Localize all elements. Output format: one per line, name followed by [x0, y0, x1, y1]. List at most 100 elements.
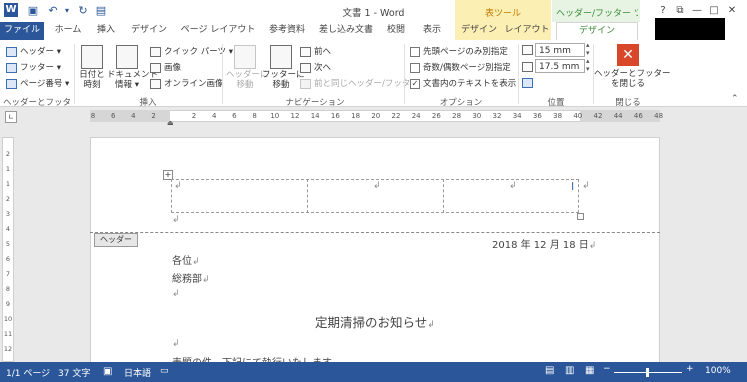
help-button[interactable]: ?	[654, 3, 672, 19]
header-position-input[interactable]: 15 mm	[535, 43, 585, 57]
tab-review[interactable]: 校閲	[380, 22, 412, 40]
close-icon[interactable]: ✕	[617, 44, 639, 66]
picture-button[interactable]: 画像	[150, 61, 181, 73]
customize-qat-icon[interactable]: ▤	[94, 4, 108, 18]
word-count[interactable]: 37 文字	[58, 366, 90, 379]
footer-position-icon	[522, 62, 536, 73]
goto-header-button[interactable]: ヘッダーに 移動	[226, 70, 269, 90]
ruler-tick-label: 8	[252, 112, 257, 120]
odd-even-checkbox[interactable]: 奇数/偶数ページ別指定	[410, 61, 511, 73]
goto-footer-icon[interactable]	[270, 45, 292, 69]
document-info-icon[interactable]	[116, 45, 138, 69]
proofing-icon[interactable]: ▣	[103, 366, 112, 377]
header-button[interactable]: ヘッダー ▾	[6, 45, 61, 57]
vertical-ruler-tick-label: 10	[3, 315, 13, 323]
close-window-button[interactable]: ✕	[723, 3, 741, 19]
footer-button[interactable]: フッター ▾	[6, 61, 61, 73]
checkbox-icon	[410, 46, 420, 57]
page-number-button[interactable]: ページ番号 ▾	[6, 77, 69, 89]
header-position-spinner[interactable]: ▴ ▾	[586, 41, 590, 57]
tab-selector-icon[interactable]: ∟	[5, 111, 17, 123]
ruler-tick-label: 18	[351, 112, 361, 120]
collapse-ribbon-icon[interactable]: ⌃	[731, 94, 739, 104]
ruler-tick-label: 4	[131, 112, 136, 120]
cell-end-mark: ↲	[174, 181, 182, 191]
date-line: 2018 年 12 月 18 日↲	[492, 240, 597, 251]
zoom-level[interactable]: 100%	[705, 366, 731, 376]
header-footer-tools-label: ヘッダー/フッター ツ...	[556, 9, 638, 19]
ruler-tick-label: 4	[211, 112, 217, 120]
datetime-button[interactable]: 日付と 時刻	[78, 70, 106, 90]
tab-mailings[interactable]: 差し込み文書	[314, 22, 378, 40]
ruler-tick-label: 30	[472, 112, 482, 120]
tab-table-design[interactable]: デザイン	[455, 22, 503, 40]
print-layout-icon[interactable]: ▥	[565, 365, 574, 376]
web-layout-icon[interactable]: ▦	[585, 365, 594, 376]
cell-end-mark: ↲	[509, 181, 517, 191]
first-page-checkbox[interactable]: 先頭ページのみ別指定	[410, 45, 508, 57]
ruler-tick-label: 38	[553, 112, 563, 120]
goto-footer-button[interactable]: フッターに 移動	[262, 70, 305, 90]
vertical-ruler-tick-label: 1	[5, 165, 11, 173]
indent-marker-icon[interactable]: ⏏	[167, 119, 174, 127]
next-button[interactable]: 次へ	[300, 61, 331, 73]
footer-position-input[interactable]: 17.5 mm	[535, 59, 585, 73]
next-icon	[300, 62, 311, 73]
ruler-tick-label: 32	[492, 112, 502, 120]
ruler-tick-label: 28	[452, 112, 462, 120]
recipient-line: 各位↲	[172, 256, 200, 267]
tab-home[interactable]: ホーム	[48, 22, 88, 40]
ruler-tick-label: 6	[232, 112, 237, 120]
maximize-button[interactable]: □	[705, 3, 723, 19]
account-area	[655, 18, 725, 40]
ribbon-display-button[interactable]: ⧉	[671, 3, 689, 19]
online-picture-button[interactable]: オンライン画像	[150, 77, 224, 89]
ruler-tick-label: 8	[90, 112, 96, 120]
redo-icon[interactable]: ↻	[76, 4, 90, 18]
ruler-tick-label: 40	[573, 112, 583, 120]
document-heading: 定期清掃のお知らせ↲	[315, 315, 435, 330]
header-position-icon	[522, 45, 536, 56]
tab-page-layout[interactable]: ページ レイアウト	[176, 22, 260, 40]
ruler-tick-label: 2	[191, 112, 197, 120]
vertical-ruler-tick-label: 2	[5, 150, 11, 158]
table-tools-label: 表ツール	[484, 9, 521, 19]
previous-button[interactable]: 前へ	[300, 45, 331, 57]
tab-design[interactable]: デザイン	[126, 22, 172, 40]
document-info-button[interactable]: ドキュメント 情報 ▾	[107, 70, 158, 90]
zoom-slider-thumb[interactable]	[646, 368, 649, 377]
minimize-button[interactable]: —	[688, 3, 706, 19]
tab-file[interactable]: ファイル	[0, 22, 44, 40]
vertical-ruler-tick-label: 7	[5, 270, 11, 278]
page-count[interactable]: 1/1 ページ	[6, 366, 50, 379]
zoom-in-button[interactable]: +	[686, 364, 694, 374]
tab-insert[interactable]: 挿入	[90, 22, 122, 40]
language-status[interactable]: 日本語	[124, 366, 151, 379]
tab-table-layout[interactable]: レイアウト	[503, 22, 551, 40]
tab-view[interactable]: 表示	[414, 22, 450, 40]
paragraph-mark: ↲	[172, 215, 180, 225]
undo-icon[interactable]: ↶	[46, 4, 60, 18]
close-header-footer-button[interactable]: ヘッダーとフッター を閉じる	[594, 69, 671, 89]
tab-header-footer-design[interactable]: デザイン	[556, 22, 638, 42]
insert-alignment-tab-icon[interactable]	[522, 78, 536, 89]
calendar-icon[interactable]	[81, 45, 103, 69]
footer-position-spinner[interactable]: ▴ ▾	[586, 57, 590, 73]
tab-references[interactable]: 参考資料	[262, 22, 312, 40]
ruler-tick-label: 12	[290, 112, 300, 120]
link-to-previous-button[interactable]: 前と同じヘッダー/フッター	[300, 77, 419, 89]
header-boundary-line	[90, 232, 660, 233]
header-icon	[6, 46, 17, 57]
save-icon[interactable]: ▣	[26, 4, 40, 18]
zoom-out-button[interactable]: −	[603, 364, 611, 374]
table-resize-handle-icon[interactable]	[577, 213, 584, 220]
read-mode-icon[interactable]: ▤	[545, 365, 554, 376]
quick-parts-button[interactable]: クイック パーツ ▾	[150, 45, 233, 57]
word-logo-icon: W	[4, 3, 18, 17]
ruler-tick-label: 42	[593, 112, 603, 120]
macro-record-icon[interactable]: ▭	[160, 366, 169, 376]
undo-dropdown-icon[interactable]: ▾	[60, 4, 74, 18]
ruler-tick-label: 34	[512, 112, 522, 120]
header-table-cell[interactable]	[171, 179, 308, 213]
show-document-text-checkbox[interactable]: ✓ 文書内のテキストを表示	[410, 77, 516, 89]
